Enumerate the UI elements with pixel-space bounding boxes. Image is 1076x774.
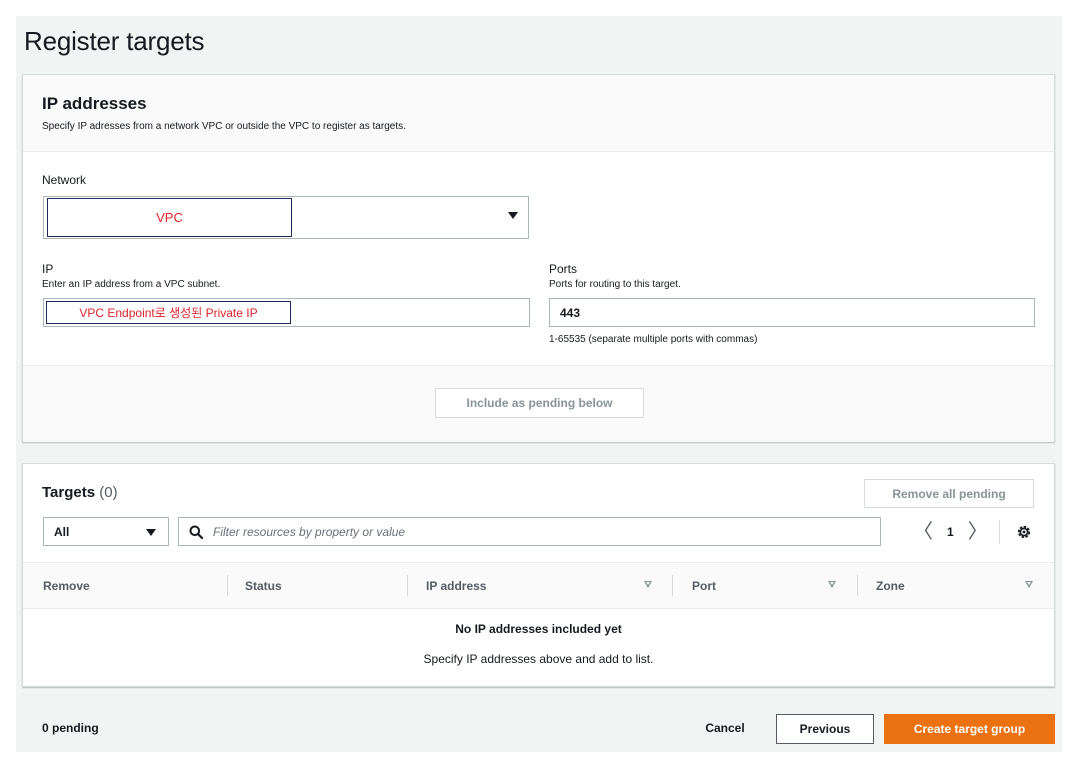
remove-all-pending-button[interactable]: Remove all pending bbox=[864, 479, 1034, 508]
empty-state-title: No IP addresses included yet bbox=[455, 622, 622, 636]
column-remove: Remove bbox=[43, 578, 90, 593]
network-label: Network bbox=[42, 173, 87, 187]
sort-icon[interactable] bbox=[828, 581, 836, 588]
ip-panel-header: IP addresses Specify IP adresses from a … bbox=[23, 75, 1054, 152]
ip-description: Enter an IP address from a VPC subnet. bbox=[42, 279, 221, 290]
column-divider bbox=[857, 575, 858, 596]
ports-label: Ports bbox=[549, 262, 578, 276]
page-number[interactable]: 1 bbox=[947, 525, 954, 539]
pagination: 〈 1 〉 bbox=[913, 517, 988, 546]
caret-down-icon bbox=[508, 212, 518, 219]
ip-panel-title: IP addresses bbox=[42, 94, 147, 113]
ports-hint: 1-65535 (separate multiple ports with co… bbox=[549, 334, 758, 345]
ip-panel-footer: Include as pending below bbox=[23, 365, 1054, 442]
search-placeholder: Filter resources by property or value bbox=[213, 524, 406, 539]
create-target-group-button[interactable]: Create target group bbox=[884, 714, 1055, 744]
sort-icon[interactable] bbox=[1025, 581, 1033, 588]
empty-state-description: Specify IP addresses above and add to li… bbox=[423, 652, 654, 666]
gear-icon[interactable] bbox=[1016, 524, 1032, 540]
cancel-button[interactable]: Cancel bbox=[692, 713, 758, 743]
column-ip-address[interactable]: IP address bbox=[426, 563, 486, 608]
include-as-pending-button[interactable]: Include as pending below bbox=[435, 388, 644, 418]
ports-input[interactable]: 443 bbox=[549, 298, 1035, 327]
ip-panel-description: Specify IP adresses from a network VPC o… bbox=[42, 121, 406, 132]
sort-icon[interactable] bbox=[644, 581, 652, 588]
caret-down-icon bbox=[146, 529, 156, 536]
table-header: Remove Status IP address Port Zone bbox=[23, 562, 1054, 609]
targets-title: Targets (0) bbox=[42, 484, 118, 501]
column-zone[interactable]: Zone bbox=[876, 563, 905, 608]
chevron-left-icon[interactable]: 〈 bbox=[913, 522, 933, 542]
pending-count: 0 pending bbox=[42, 721, 99, 735]
column-status: Status bbox=[245, 578, 282, 593]
ip-addresses-panel: IP addresses Specify IP adresses from a … bbox=[22, 74, 1055, 442]
pager-divider bbox=[999, 520, 1000, 544]
column-port[interactable]: Port bbox=[692, 563, 716, 608]
column-divider bbox=[672, 575, 673, 596]
targets-panel: Targets (0) Remove all pending All Filte… bbox=[22, 463, 1055, 687]
previous-button[interactable]: Previous bbox=[776, 714, 874, 744]
page-title: Register targets bbox=[24, 26, 205, 56]
targets-title-text: Targets bbox=[42, 484, 96, 501]
search-icon bbox=[189, 525, 204, 539]
column-divider bbox=[227, 575, 228, 596]
network-value-annotation: VPC bbox=[47, 198, 292, 237]
page: Register targets IP addresses Specify IP… bbox=[16, 16, 1062, 752]
chevron-right-icon[interactable]: 〉 bbox=[968, 522, 988, 542]
filter-select[interactable]: All bbox=[43, 517, 169, 546]
ip-value-annotation: VPC Endpoint로 생성된 Private IP bbox=[46, 301, 291, 324]
filter-select-value: All bbox=[54, 524, 70, 539]
search-input[interactable]: Filter resources by property or value bbox=[178, 517, 881, 546]
ports-description: Ports for routing to this target. bbox=[549, 279, 681, 290]
ip-label: IP bbox=[42, 262, 54, 276]
targets-count: (0) bbox=[99, 484, 118, 501]
column-divider bbox=[407, 575, 408, 596]
